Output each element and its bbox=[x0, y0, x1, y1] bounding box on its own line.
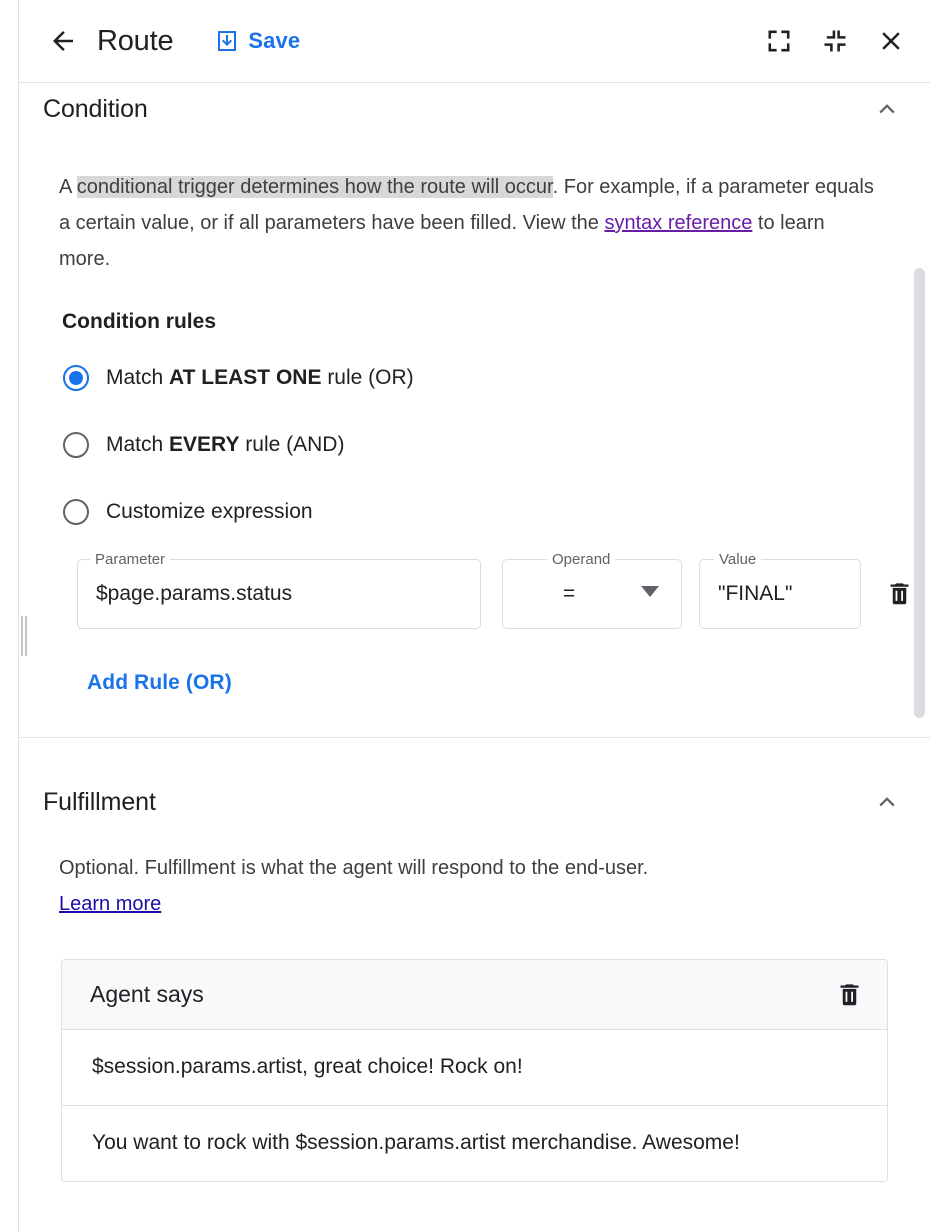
operand-select[interactable]: Operand = bbox=[502, 559, 682, 629]
learn-more-link[interactable]: Learn more bbox=[59, 893, 161, 915]
desc-lead: A bbox=[59, 176, 77, 198]
radio-option-customize-expression[interactable]: Customize expression bbox=[19, 489, 930, 535]
chevron-up-icon bbox=[874, 789, 900, 815]
route-panel: Route Save bbox=[18, 0, 930, 1232]
fulfillment-description: Optional. Fulfillment is what the agent … bbox=[19, 850, 930, 922]
radio-option-label: Customize expression bbox=[106, 500, 313, 524]
parameter-field-value: $page.params.status bbox=[96, 582, 292, 606]
value-field[interactable]: Value "FINAL" bbox=[699, 559, 861, 629]
radio-indicator[interactable] bbox=[63, 365, 89, 391]
syntax-reference-link[interactable]: syntax reference bbox=[605, 212, 753, 234]
radio-option-label: Match AT LEAST ONE rule (OR) bbox=[106, 366, 414, 390]
chevron-down-icon[interactable] bbox=[641, 585, 659, 603]
fulfillment-title: Fulfillment bbox=[43, 788, 156, 817]
save-label: Save bbox=[248, 28, 300, 54]
agent-says-title: Agent says bbox=[90, 981, 204, 1008]
panel-header: Route Save bbox=[19, 0, 930, 83]
condition-title: Condition bbox=[43, 95, 148, 124]
chevron-up-icon bbox=[874, 96, 900, 122]
parameter-field-label: Parameter bbox=[90, 551, 170, 569]
fullscreen-expand-icon bbox=[765, 27, 793, 55]
page-title: Route bbox=[97, 25, 173, 58]
radio-option-label: Match EVERY rule (AND) bbox=[106, 433, 344, 457]
save-button[interactable]: Save bbox=[215, 28, 300, 54]
trash-icon bbox=[886, 580, 913, 607]
condition-rule-row: Parameter $page.params.status Operand = … bbox=[19, 559, 930, 629]
fullscreen-collapse-button[interactable] bbox=[818, 24, 852, 58]
desc-highlighted-text: conditional trigger determines how the r… bbox=[77, 176, 553, 198]
arrow-left-icon bbox=[48, 26, 78, 56]
condition-description: A conditional trigger determines how the… bbox=[19, 169, 899, 277]
scrollbar-thumb[interactable] bbox=[914, 268, 925, 718]
condition-section-header[interactable]: Condition bbox=[19, 83, 930, 135]
fulfillment-section-header[interactable]: Fulfillment bbox=[19, 776, 930, 828]
agent-message-row[interactable]: You want to rock with $session.params.ar… bbox=[62, 1106, 887, 1181]
close-icon bbox=[876, 26, 906, 56]
trash-icon bbox=[836, 981, 863, 1008]
condition-section: Condition A conditional trigger determin… bbox=[19, 83, 930, 738]
delete-agent-says-button[interactable] bbox=[836, 981, 863, 1008]
radio-indicator[interactable] bbox=[63, 432, 89, 458]
radio-indicator[interactable] bbox=[63, 499, 89, 525]
condition-rules-label: Condition rules bbox=[19, 310, 930, 334]
agent-says-card-header: Agent says bbox=[62, 960, 887, 1030]
fulfillment-section: Fulfillment Optional. Fulfillment is wha… bbox=[19, 776, 930, 1182]
fulfillment-collapse-button[interactable] bbox=[874, 789, 900, 815]
panel-scroll-body: Condition A conditional trigger determin… bbox=[19, 83, 930, 1232]
vertical-scrollbar[interactable] bbox=[913, 83, 926, 1232]
fulfillment-desc-text: Optional. Fulfillment is what the agent … bbox=[59, 857, 648, 879]
agent-message-row[interactable]: $session.params.artist, great choice! Ro… bbox=[62, 1030, 887, 1106]
radio-option-match-every[interactable]: Match EVERY rule (AND) bbox=[19, 422, 930, 468]
parameter-field[interactable]: Parameter $page.params.status bbox=[77, 559, 481, 629]
save-download-icon bbox=[215, 29, 239, 53]
value-field-label: Value bbox=[714, 551, 761, 569]
add-rule-button[interactable]: Add Rule (OR) bbox=[19, 671, 232, 695]
agent-says-card: Agent says $session.params.artist, great… bbox=[61, 959, 888, 1182]
section-divider bbox=[19, 737, 930, 738]
operand-field-label: Operand bbox=[547, 551, 615, 569]
fullscreen-expand-button[interactable] bbox=[762, 24, 796, 58]
header-actions bbox=[762, 24, 908, 58]
close-button[interactable] bbox=[874, 24, 908, 58]
value-field-value: "FINAL" bbox=[718, 582, 792, 606]
back-button[interactable] bbox=[43, 21, 83, 61]
radio-option-match-at-least-one[interactable]: Match AT LEAST ONE rule (OR) bbox=[19, 355, 930, 401]
condition-collapse-button[interactable] bbox=[874, 96, 900, 122]
fullscreen-collapse-icon bbox=[821, 27, 849, 55]
